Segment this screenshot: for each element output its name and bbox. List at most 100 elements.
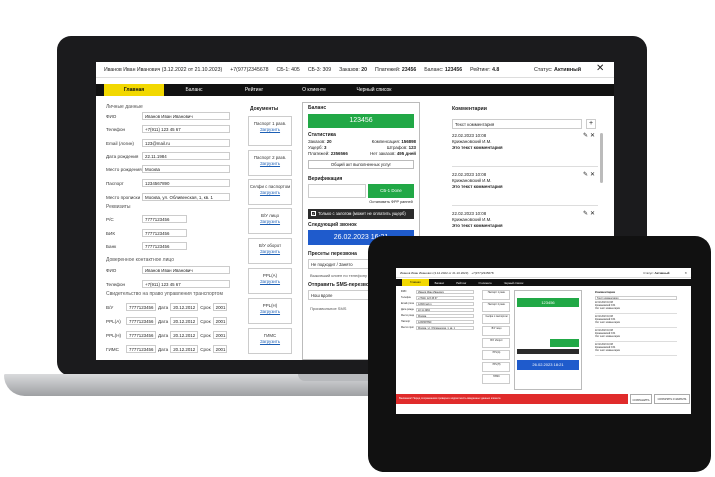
certificate-number[interactable]: 7777123456 bbox=[126, 317, 156, 325]
tablet-verify-button[interactable] bbox=[550, 339, 579, 347]
tablet-next-call-display[interactable]: 26.02.2023 18:21 bbox=[517, 360, 579, 370]
certificate-expiry-label: Срок bbox=[200, 304, 211, 310]
tablet-document-card[interactable]: PPL(A) bbox=[482, 350, 510, 360]
certificate-date[interactable]: 20.12.2012 bbox=[170, 303, 199, 311]
details-value[interactable]: 7777123456 bbox=[142, 215, 187, 223]
certificate-number[interactable]: 7777123456 bbox=[126, 345, 156, 353]
document-card[interactable]: В/У лицо Загрузить bbox=[248, 208, 292, 234]
certificate-expiry[interactable]: 2001 bbox=[212, 317, 227, 325]
tablet-field-value[interactable]: +7(911) 123 45 67 bbox=[416, 296, 474, 300]
tablet-checkbox-row[interactable] bbox=[517, 349, 579, 354]
comment-input[interactable]: Текст комментария bbox=[452, 119, 582, 129]
contact-value[interactable]: Иванов Иван Иванович bbox=[142, 266, 230, 274]
tablet-tab-rating[interactable]: Рейтинг bbox=[450, 281, 472, 285]
tablet-field-value[interactable]: Иванов Иван Иванович bbox=[416, 290, 474, 294]
certificate-date[interactable]: 20.12.2012 bbox=[170, 317, 199, 325]
contact-value[interactable]: +7(911) 123 45 67 bbox=[142, 280, 230, 288]
tab-about[interactable]: О клиенте bbox=[284, 87, 344, 93]
comments-scrollbar[interactable] bbox=[600, 133, 603, 183]
details-value[interactable]: 7777123456 bbox=[142, 229, 187, 237]
stop-frr-button[interactable]: Остановить ФРР ранней bbox=[368, 200, 414, 204]
document-card[interactable]: Паспорт 2 разв. Загрузить bbox=[248, 150, 292, 176]
document-card[interactable]: PPL(A) Загрузить bbox=[248, 268, 292, 294]
tablet-close-icon[interactable]: ✕ bbox=[684, 271, 687, 275]
document-upload-link[interactable]: Загрузить bbox=[249, 219, 291, 224]
delete-icon[interactable]: ✕ bbox=[590, 172, 595, 178]
certificate-expiry-label: Срок bbox=[200, 332, 211, 338]
tablet-save-button[interactable]: СОХРАНИТЬ bbox=[630, 394, 652, 404]
tablet-tab-balance[interactable]: Баланс bbox=[429, 281, 451, 285]
deposit-only-checkbox-row[interactable]: ✓ Только с залогом (может не оплатить уще… bbox=[308, 209, 414, 219]
document-card[interactable]: PPL(H) Загрузить bbox=[248, 298, 292, 324]
document-upload-link[interactable]: Загрузить bbox=[249, 339, 291, 344]
certificate-date[interactable]: 20.12.2012 bbox=[170, 331, 199, 339]
personal-value[interactable]: 123@mail.ru bbox=[142, 139, 230, 147]
tablet-document-card[interactable]: В/У лицо bbox=[482, 326, 510, 336]
stat-damage-label: Ущерб: bbox=[308, 145, 323, 150]
details-label: БИК bbox=[106, 230, 115, 236]
tablet-field-value[interactable]: 123@mail.ru bbox=[416, 302, 474, 306]
tab-blacklist[interactable]: Черный список bbox=[344, 87, 404, 93]
close-icon[interactable]: ✕ bbox=[596, 64, 604, 74]
certificate-row: PPL(A) 7777123456 Дата 20.12.2012 Срок 2… bbox=[106, 317, 227, 325]
tablet-field-value[interactable]: 22.11.1984 bbox=[416, 308, 474, 312]
document-upload-link[interactable]: Загрузить bbox=[249, 249, 291, 254]
details-label: Банк bbox=[106, 243, 117, 249]
personal-value[interactable]: Иванов Иван Иванович bbox=[142, 112, 230, 120]
certificate-expiry[interactable]: 2001 bbox=[212, 331, 227, 339]
personal-label: Телефон bbox=[106, 126, 126, 132]
personal-label: Дата рождения bbox=[106, 153, 139, 159]
tab-rating[interactable]: Рейтинг bbox=[224, 87, 284, 93]
personal-value[interactable]: +7(911) 123 45 67 bbox=[142, 125, 230, 133]
verify-button[interactable]: СБ-1 Done bbox=[368, 184, 414, 198]
tablet-field-value[interactable]: Москва, ул. Обливенская, 1, кв. 1 bbox=[416, 326, 474, 330]
tablet-document-card[interactable]: Селфи с паспортом bbox=[482, 314, 510, 324]
details-value[interactable]: 7777123456 bbox=[142, 242, 187, 250]
tab-main[interactable]: Главная bbox=[104, 84, 164, 96]
certificate-expiry[interactable]: 2001 bbox=[212, 345, 227, 353]
tablet-field-value[interactable]: 1234567890 bbox=[416, 320, 474, 324]
tablet-document-card[interactable]: ГИМС bbox=[482, 374, 510, 384]
add-comment-button[interactable]: + bbox=[586, 119, 596, 129]
delete-icon[interactable]: ✕ bbox=[590, 211, 595, 217]
contact-label: Телефон bbox=[106, 281, 126, 287]
document-upload-link[interactable]: Загрузить bbox=[249, 127, 291, 132]
document-card[interactable]: В/У оборот Загрузить bbox=[248, 238, 292, 264]
tablet-tab-main[interactable]: Главная bbox=[402, 279, 429, 286]
services-act-button[interactable]: Общий акт выполненных услуг bbox=[308, 160, 414, 169]
tablet-field-label: Телефон bbox=[401, 296, 411, 299]
document-card[interactable]: Паспорт 1 разв. Загрузить bbox=[248, 116, 292, 146]
personal-value[interactable]: 1234567890 bbox=[142, 179, 230, 187]
tablet-comment-input[interactable]: Текст комментария bbox=[595, 296, 677, 300]
tablet-document-card[interactable]: Паспорт 2 разв. bbox=[482, 302, 510, 312]
stat-payments-label: Платежей: bbox=[308, 151, 330, 156]
personal-value[interactable]: Москва bbox=[142, 165, 230, 173]
tablet-save-close-button[interactable]: СОХРАНИТЬ И ЗАКРЫТЬ bbox=[654, 394, 690, 404]
tablet-field-value[interactable]: Москва bbox=[416, 314, 474, 318]
tablet-document-card[interactable]: PPL(H) bbox=[482, 362, 510, 372]
tab-balance[interactable]: Баланс bbox=[164, 87, 224, 93]
personal-value[interactable]: 22.11.1984 bbox=[142, 152, 230, 160]
document-card[interactable]: Селфи с паспортом Загрузить bbox=[248, 179, 292, 205]
certificate-date[interactable]: 20.12.2012 bbox=[170, 345, 199, 353]
tablet-document-card[interactable]: Паспорт 1 разв. bbox=[482, 290, 510, 300]
document-upload-link[interactable]: Загрузить bbox=[249, 161, 291, 166]
certificate-expiry[interactable]: 2001 bbox=[212, 303, 227, 311]
certificate-number[interactable]: 7777123456 bbox=[126, 331, 156, 339]
document-upload-link[interactable]: Загрузить bbox=[249, 190, 291, 195]
tablet-field-label: ФИО bbox=[401, 290, 407, 293]
pin-icon[interactable]: ✎ bbox=[583, 172, 588, 178]
pin-icon[interactable]: ✎ bbox=[583, 133, 588, 139]
checkbox-icon[interactable]: ✓ bbox=[311, 211, 316, 217]
document-upload-link[interactable]: Загрузить bbox=[249, 309, 291, 314]
certificate-number[interactable]: 7777123456 bbox=[126, 303, 156, 311]
pin-icon[interactable]: ✎ bbox=[583, 211, 588, 217]
document-upload-link[interactable]: Загрузить bbox=[249, 279, 291, 284]
personal-value[interactable]: Москва, ул. Обливенская, 1, кв. 1 bbox=[142, 193, 230, 201]
document-card[interactable]: ГИМС Загрузить bbox=[248, 328, 292, 354]
stat-fines-label: Штрафов: bbox=[386, 145, 408, 150]
delete-icon[interactable]: ✕ bbox=[590, 133, 595, 139]
tablet-tab-about[interactable]: О клиенте bbox=[472, 281, 497, 285]
tablet-document-card[interactable]: В/У оборот bbox=[482, 338, 510, 348]
tablet-tab-blacklist[interactable]: Черный список bbox=[498, 281, 530, 285]
